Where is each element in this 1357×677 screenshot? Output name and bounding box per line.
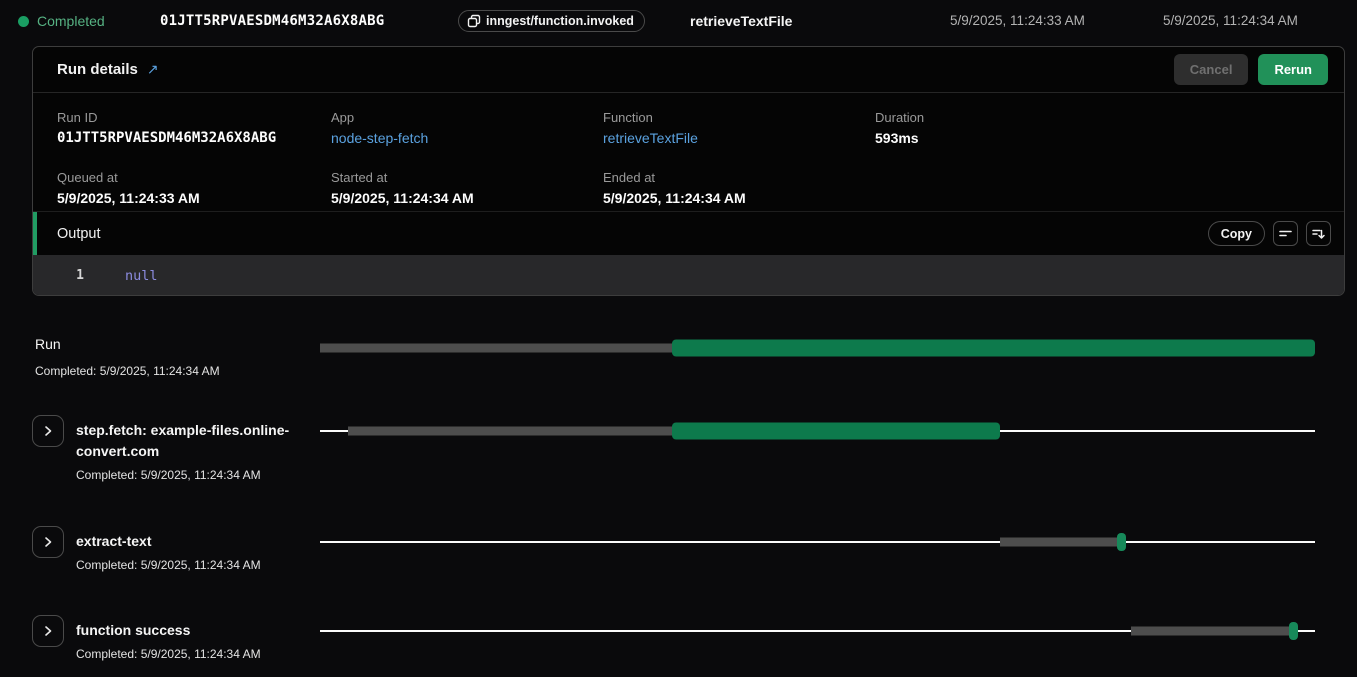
run-id-text: 01JTT5RPVAESDM46M32A6X8ABG [160, 0, 384, 42]
output-code-block: 1 null [33, 255, 1344, 296]
timeline-step-row: step.fetch: example-files.online-convert… [0, 415, 1357, 482]
panel-header: Run details ↗ Cancel Rerun [33, 47, 1344, 93]
copy-button[interactable]: Copy [1208, 221, 1265, 246]
chevron-right-icon [42, 625, 54, 637]
text-lines-icon-button[interactable] [1273, 221, 1298, 246]
line-number: 1 [63, 268, 97, 283]
timeline-step-row: extract-text Completed: 5/9/2025, 11:24:… [0, 526, 1357, 572]
output-value: null [125, 268, 158, 284]
function-name-text: retrieveTextFile [690, 0, 792, 42]
scroll-to-bottom-icon-button[interactable] [1306, 221, 1331, 246]
ended-timestamp: 5/9/2025, 11:24:34 AM [1163, 0, 1298, 42]
lines-arrow-down-icon [1311, 226, 1326, 241]
field-ended-at: Ended at 5/9/2025, 11:24:34 AM [603, 170, 875, 211]
topbar: Completed 01JTT5RPVAESDM46M32A6X8ABG inn… [0, 0, 1357, 42]
output-title: Output [57, 226, 101, 242]
status-badge: Completed [37, 0, 105, 42]
queue-duration-bar [348, 427, 672, 436]
queue-duration-bar [1131, 627, 1292, 636]
run-timeline: Run Completed: 5/9/2025, 11:24:34 AM ste… [0, 296, 1357, 661]
expand-step-button[interactable] [32, 526, 64, 558]
status-dot-icon [18, 16, 29, 27]
step-title: function success [76, 620, 316, 641]
step-title: step.fetch: example-files.online-convert… [76, 420, 316, 462]
queue-duration-bar [1000, 538, 1120, 547]
open-external-icon[interactable]: ↗ [147, 61, 159, 78]
execution-duration-bar [672, 340, 1315, 357]
rerun-button[interactable]: Rerun [1258, 54, 1328, 85]
run-row-track [320, 332, 1315, 364]
chevron-right-icon [42, 536, 54, 548]
completion-marker [1117, 533, 1126, 551]
timeline-baseline [320, 541, 1315, 543]
step-completed: Completed: 5/9/2025, 11:24:34 AM [76, 558, 316, 572]
panel-title: Run details [57, 61, 138, 78]
function-link[interactable]: retrieveTextFile [603, 130, 875, 146]
field-function: Function retrieveTextFile [603, 110, 875, 151]
field-started-at: Started at 5/9/2025, 11:24:34 AM [331, 170, 603, 211]
expand-step-button[interactable] [32, 615, 64, 647]
step-track [320, 615, 1315, 647]
completion-marker [1289, 622, 1298, 640]
timeline-step-row: function success Completed: 5/9/2025, 11… [0, 615, 1357, 661]
output-header: Output Copy [33, 211, 1344, 255]
queue-duration-bar [320, 344, 672, 353]
field-app: App node-step-fetch [331, 110, 603, 151]
chevron-right-icon [42, 425, 54, 437]
step-completed: Completed: 5/9/2025, 11:24:34 AM [76, 647, 316, 661]
text-lines-icon [1278, 226, 1293, 241]
timeline-run-row: Run Completed: 5/9/2025, 11:24:34 AM [0, 336, 1357, 378]
run-row-label: Run [35, 336, 320, 352]
run-details-grid: Run ID 01JTT5RPVAESDM46M32A6X8ABG App no… [33, 93, 1344, 211]
run-details-panel: Run details ↗ Cancel Rerun Run ID 01JTT5… [32, 46, 1345, 296]
step-title: extract-text [76, 531, 316, 552]
step-completed: Completed: 5/9/2025, 11:24:34 AM [76, 468, 316, 482]
step-track [320, 526, 1315, 558]
event-badge-label: inngest/function.invoked [486, 11, 634, 31]
app-link[interactable]: node-step-fetch [331, 130, 603, 146]
execution-duration-bar [672, 423, 999, 440]
run-row-completed: Completed: 5/9/2025, 11:24:34 AM [35, 364, 320, 378]
output-accent-bar [33, 212, 37, 255]
field-duration: Duration 593ms [875, 110, 1320, 151]
cancel-button[interactable]: Cancel [1174, 54, 1249, 85]
expand-step-button[interactable] [32, 415, 64, 447]
step-track [320, 415, 1315, 447]
queued-timestamp: 5/9/2025, 11:24:33 AM [950, 0, 1085, 42]
field-queued-at: Queued at 5/9/2025, 11:24:33 AM [57, 170, 331, 211]
field-run-id: Run ID 01JTT5RPVAESDM46M32A6X8ABG [57, 110, 331, 151]
event-badge[interactable]: inngest/function.invoked [458, 10, 645, 32]
copy-icon [467, 14, 481, 28]
